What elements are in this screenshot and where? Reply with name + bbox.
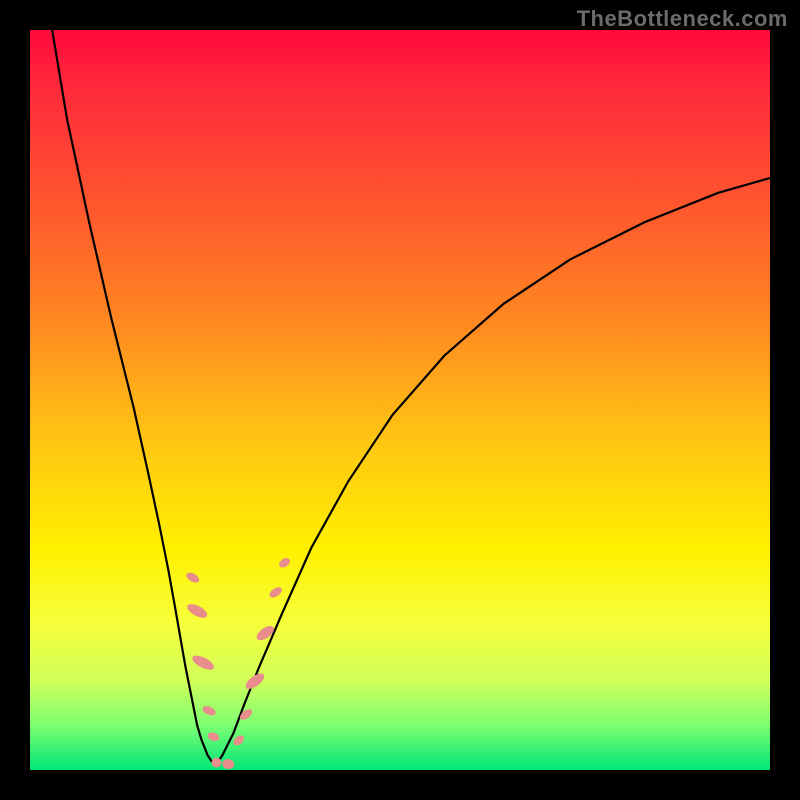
bead-marker xyxy=(185,571,201,585)
right-branch-curve xyxy=(215,178,770,766)
chart-svg xyxy=(30,30,770,770)
bead-marker xyxy=(222,758,236,770)
bead-marker xyxy=(207,731,221,743)
bead-marker xyxy=(277,556,291,569)
left-branch-curve xyxy=(52,30,215,766)
bead-marker xyxy=(211,758,221,768)
series-group xyxy=(52,30,770,766)
bead-marker xyxy=(243,671,267,692)
bead-marker xyxy=(201,704,217,717)
bead-marker xyxy=(185,601,209,620)
bead-marker xyxy=(268,585,284,600)
bead-marker xyxy=(232,733,246,747)
chart-frame: TheBottleneck.com xyxy=(0,0,800,800)
bead-marker xyxy=(190,653,216,673)
watermark-text: TheBottleneck.com xyxy=(577,6,788,32)
